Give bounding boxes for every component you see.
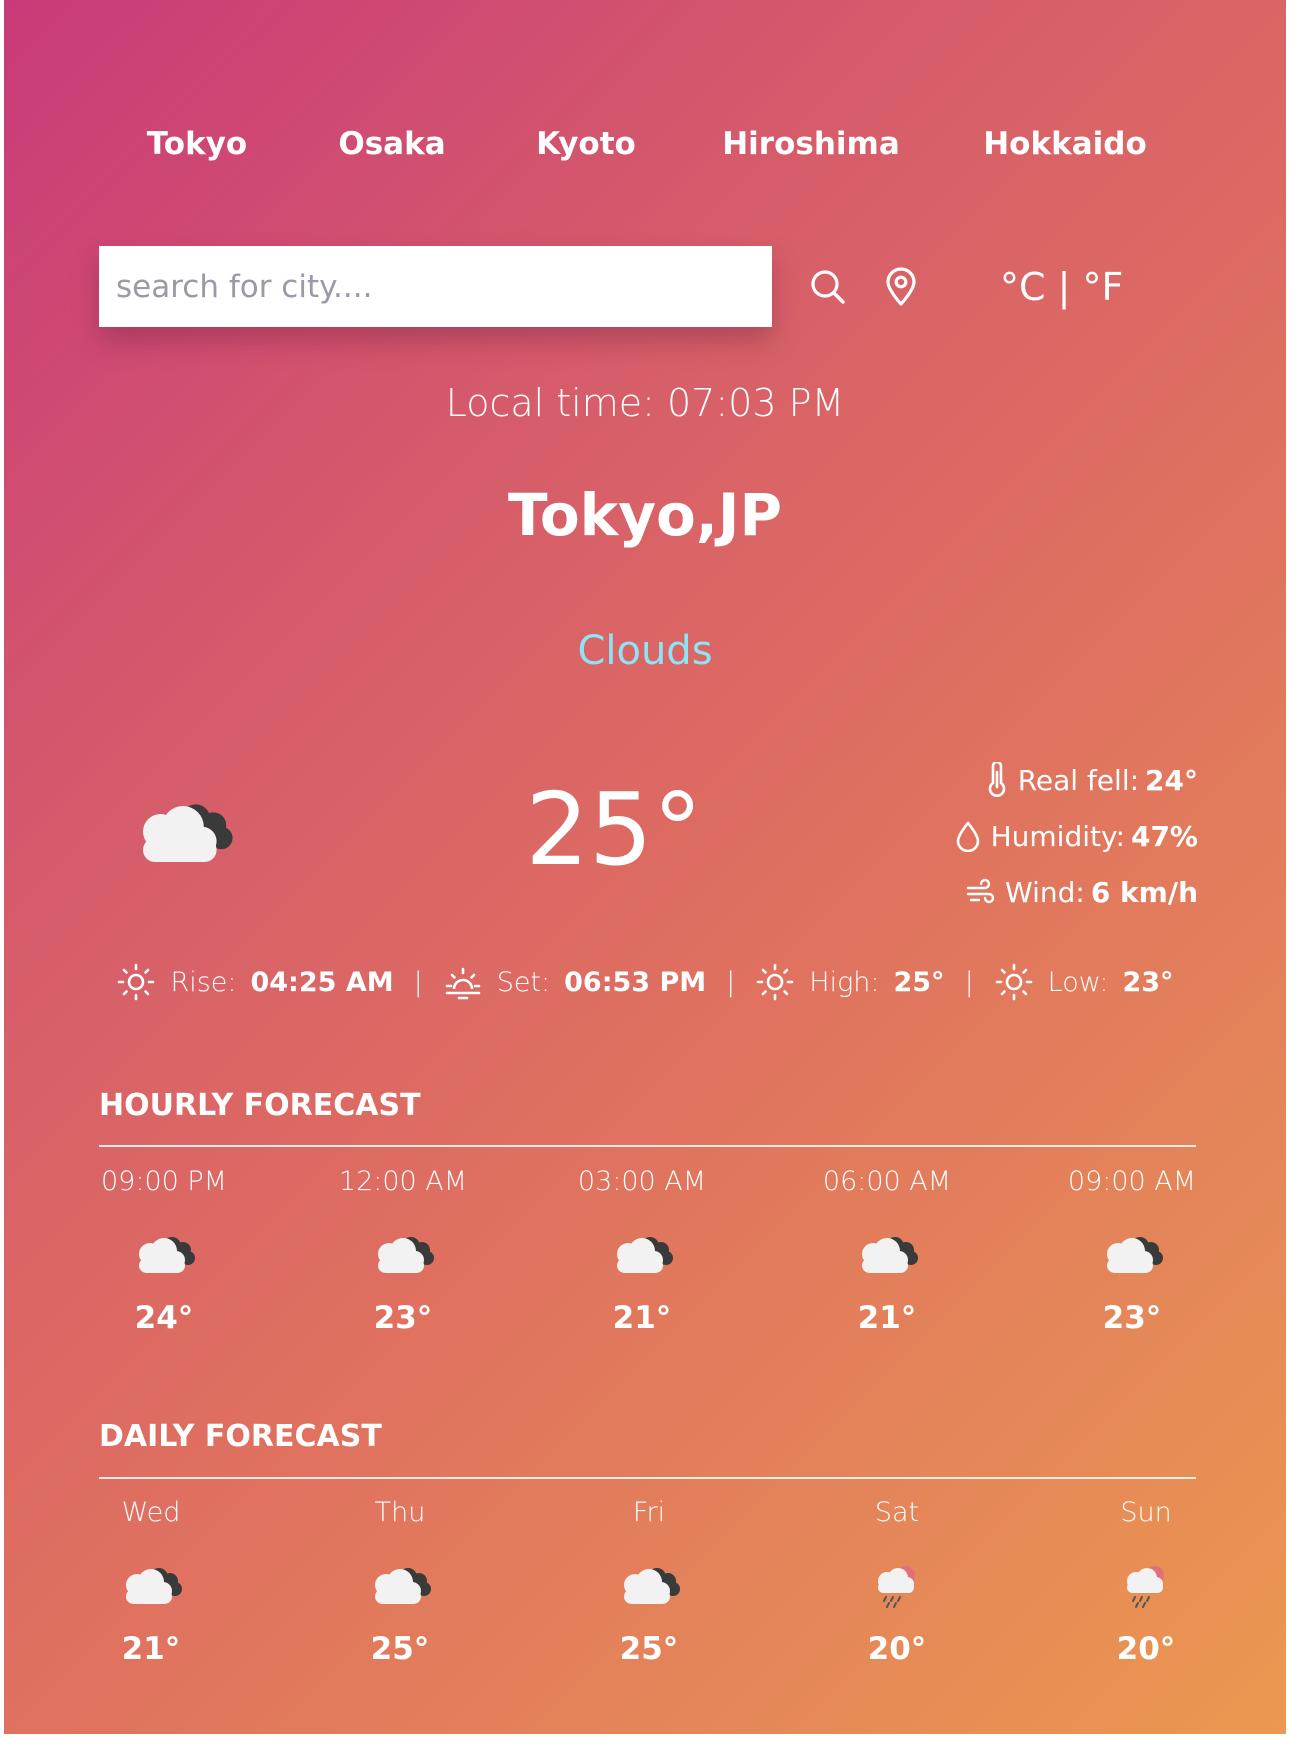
sunset-label: Set: xyxy=(496,966,551,998)
celsius-button[interactable]: °C xyxy=(1000,265,1046,309)
forecast-day: Sat xyxy=(874,1497,920,1528)
daily-item: Fri 25° xyxy=(539,1495,759,1669)
sunrise-value: 04:25 AM xyxy=(250,966,394,998)
forecast-temp: 20° xyxy=(867,1631,927,1667)
low-value: 23° xyxy=(1122,966,1174,998)
wind-icon xyxy=(966,878,995,904)
sunrise-label: Rise: xyxy=(170,966,237,998)
daily-divider xyxy=(99,1477,1196,1479)
daily-item: Thu 25° xyxy=(290,1495,510,1669)
search-box xyxy=(99,246,772,327)
clouds-icon xyxy=(1096,1228,1168,1278)
forecast-temp: 23° xyxy=(1102,1300,1162,1336)
forecast-time: 09:00 PM xyxy=(101,1166,227,1197)
forecast-temp: 21° xyxy=(612,1300,672,1336)
clouds-icon xyxy=(122,790,244,874)
forecast-temp: 25° xyxy=(370,1631,430,1667)
hourly-divider xyxy=(99,1145,1196,1147)
sun-icon xyxy=(756,963,794,1001)
weather-details: Real fell: 24° Humidity: 47% Wind: 6 km/… xyxy=(955,752,1198,920)
fahrenheit-button[interactable]: °F xyxy=(1083,265,1124,309)
hourly-item: 06:00 AM 21° xyxy=(777,1164,997,1338)
thermometer-icon xyxy=(988,762,1005,797)
daily-item: Sun 20° xyxy=(1036,1495,1256,1669)
hourly-item: 12:00 AM 23° xyxy=(293,1164,513,1338)
city-link-kyoto[interactable]: Kyoto xyxy=(536,120,636,168)
location-title: Tokyo,JP xyxy=(507,481,783,549)
weather-app: Tokyo Osaka Kyoto Hiroshima Hokkaido °C … xyxy=(4,0,1286,1734)
city-link-tokyo[interactable]: Tokyo xyxy=(147,120,247,168)
sun-icon xyxy=(118,963,155,1001)
rain-icon xyxy=(861,1559,933,1609)
city-link-hiroshima[interactable]: Hiroshima xyxy=(722,120,900,168)
forecast-time: 09:00 AM xyxy=(1067,1166,1197,1197)
clouds-icon xyxy=(364,1559,436,1609)
clouds-icon xyxy=(613,1559,685,1609)
low-label: Low: xyxy=(1047,966,1109,998)
city-link-hokkaido[interactable]: Hokkaido xyxy=(983,120,1147,168)
city-link-osaka[interactable]: Osaka xyxy=(338,120,445,168)
current-temperature: 25° xyxy=(525,771,703,888)
forecast-temp: 21° xyxy=(857,1300,917,1336)
hourly-item: 09:00 PM 24° xyxy=(54,1164,274,1338)
rain-icon xyxy=(1110,1559,1182,1609)
clouds-icon xyxy=(851,1228,923,1278)
forecast-day: Sun xyxy=(1120,1497,1172,1528)
high-label: High: xyxy=(809,966,880,998)
forecast-day: Fri xyxy=(632,1497,666,1528)
hourly-item: 03:00 AM 21° xyxy=(532,1164,752,1338)
search-icon[interactable] xyxy=(808,267,848,311)
detail-value: 6 km/h xyxy=(1090,875,1198,909)
clouds-icon xyxy=(128,1228,200,1278)
forecast-day: Thu xyxy=(374,1497,426,1528)
forecast-temp: 24° xyxy=(134,1300,194,1336)
droplet-icon xyxy=(956,821,979,852)
forecast-time: 03:00 AM xyxy=(577,1166,707,1197)
local-time: Local time: 07:03 PM xyxy=(445,381,845,425)
daily-forecast-title: DAILY FORECAST xyxy=(99,1419,382,1454)
weather-condition: Clouds xyxy=(577,628,713,674)
sun-icon xyxy=(995,963,1032,1001)
separator: | xyxy=(413,966,423,998)
forecast-day: Wed xyxy=(121,1497,181,1528)
clouds-icon xyxy=(606,1228,678,1278)
forecast-temp: 23° xyxy=(373,1300,433,1336)
unit-separator: | xyxy=(1057,265,1071,309)
forecast-temp: 20° xyxy=(1116,1631,1176,1667)
forecast-time: 12:00 AM xyxy=(338,1166,468,1197)
forecast-temp: 25° xyxy=(619,1631,679,1667)
hourly-item: 09:00 AM 23° xyxy=(1022,1164,1242,1338)
separator: | xyxy=(726,966,736,998)
city-nav: Tokyo Osaka Kyoto Hiroshima Hokkaido xyxy=(4,120,1286,168)
hourly-forecast-title: HOURLY FORECAST xyxy=(99,1088,421,1123)
forecast-time: 06:00 AM xyxy=(822,1166,952,1197)
daily-item: Wed 21° xyxy=(41,1495,261,1669)
high-value: 25° xyxy=(893,966,945,998)
location-pin-icon[interactable] xyxy=(883,267,919,311)
detail-label: Real fell: xyxy=(1017,763,1140,797)
detail-value: 47% xyxy=(1130,819,1198,853)
sunset-icon xyxy=(445,967,481,1000)
detail-label: Humidity: xyxy=(990,819,1125,853)
sun-info-row: Rise: 04:25 AM | Set: 06:53 PM | High: 2… xyxy=(4,962,1286,1002)
detail-label: Wind: xyxy=(1005,875,1085,909)
unit-toggle: °C | °F xyxy=(1000,262,1123,312)
search-input[interactable] xyxy=(99,246,772,327)
clouds-icon xyxy=(115,1559,187,1609)
forecast-temp: 21° xyxy=(121,1631,181,1667)
detail-humidity: Humidity: 47% xyxy=(955,808,1198,864)
daily-item: Sat 20° xyxy=(787,1495,1007,1669)
detail-value: 24° xyxy=(1145,763,1198,797)
clouds-icon xyxy=(367,1228,439,1278)
sunset-value: 06:53 PM xyxy=(564,966,707,998)
detail-real-feel: Real fell: 24° xyxy=(955,752,1198,808)
detail-wind: Wind: 6 km/h xyxy=(955,864,1198,920)
separator: | xyxy=(964,966,974,998)
